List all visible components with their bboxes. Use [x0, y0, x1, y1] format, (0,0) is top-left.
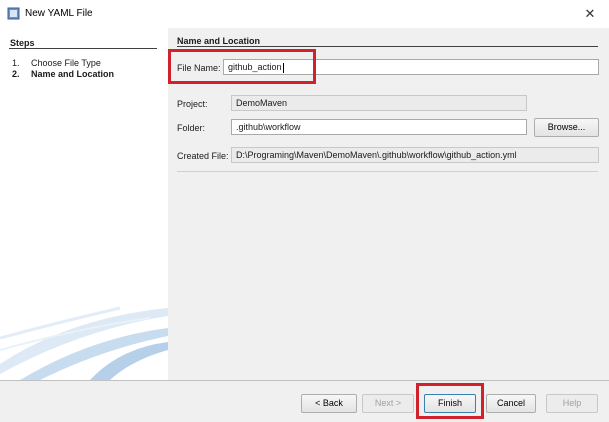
back-button[interactable]: < Back	[301, 394, 357, 413]
file-name-input[interactable]: github_action	[223, 59, 599, 75]
finish-button[interactable]: Finish	[424, 394, 476, 413]
title-bar: New YAML File ✕	[0, 0, 609, 28]
section-title: Name and Location	[177, 36, 261, 46]
steps-title: Steps	[10, 38, 35, 48]
folder-input[interactable]: .github\workflow	[231, 119, 527, 135]
step-label: Choose File Type	[31, 58, 101, 68]
footer-divider	[0, 380, 609, 381]
step-choose-file-type: 1. Choose File Type	[12, 58, 101, 68]
main-panel: Name and Location File Name: github_acti…	[168, 28, 609, 380]
folder-label: Folder:	[177, 123, 206, 133]
close-icon[interactable]: ✕	[571, 0, 609, 28]
window-title: New YAML File	[25, 8, 93, 19]
next-button[interactable]: Next >	[362, 394, 414, 413]
step-number: 2.	[12, 69, 20, 79]
steps-panel: Steps 1. Choose File Type 2. Name and Loca…	[0, 28, 168, 380]
file-name-value: github_action	[228, 62, 282, 72]
form-divider	[177, 171, 598, 172]
step-number: 1.	[12, 58, 20, 68]
project-field: DemoMaven	[231, 95, 527, 111]
wizard-decoration-graphic	[0, 306, 168, 380]
project-label: Project:	[177, 99, 208, 109]
text-caret	[282, 62, 284, 73]
created-file-label: Created File:	[177, 151, 229, 161]
steps-divider	[9, 48, 157, 49]
file-name-label: File Name:	[177, 63, 221, 73]
step-label: Name and Location	[31, 69, 115, 79]
step-name-and-location: 2. Name and Location	[12, 69, 114, 79]
browse-button[interactable]: Browse...	[534, 118, 599, 137]
section-divider	[177, 46, 598, 47]
cancel-button[interactable]: Cancel	[486, 394, 536, 413]
created-file-field: D:\Programing\Maven\DemoMaven\.github\wo…	[231, 147, 599, 163]
help-button[interactable]: Help	[546, 394, 598, 413]
yaml-file-icon	[7, 7, 20, 20]
